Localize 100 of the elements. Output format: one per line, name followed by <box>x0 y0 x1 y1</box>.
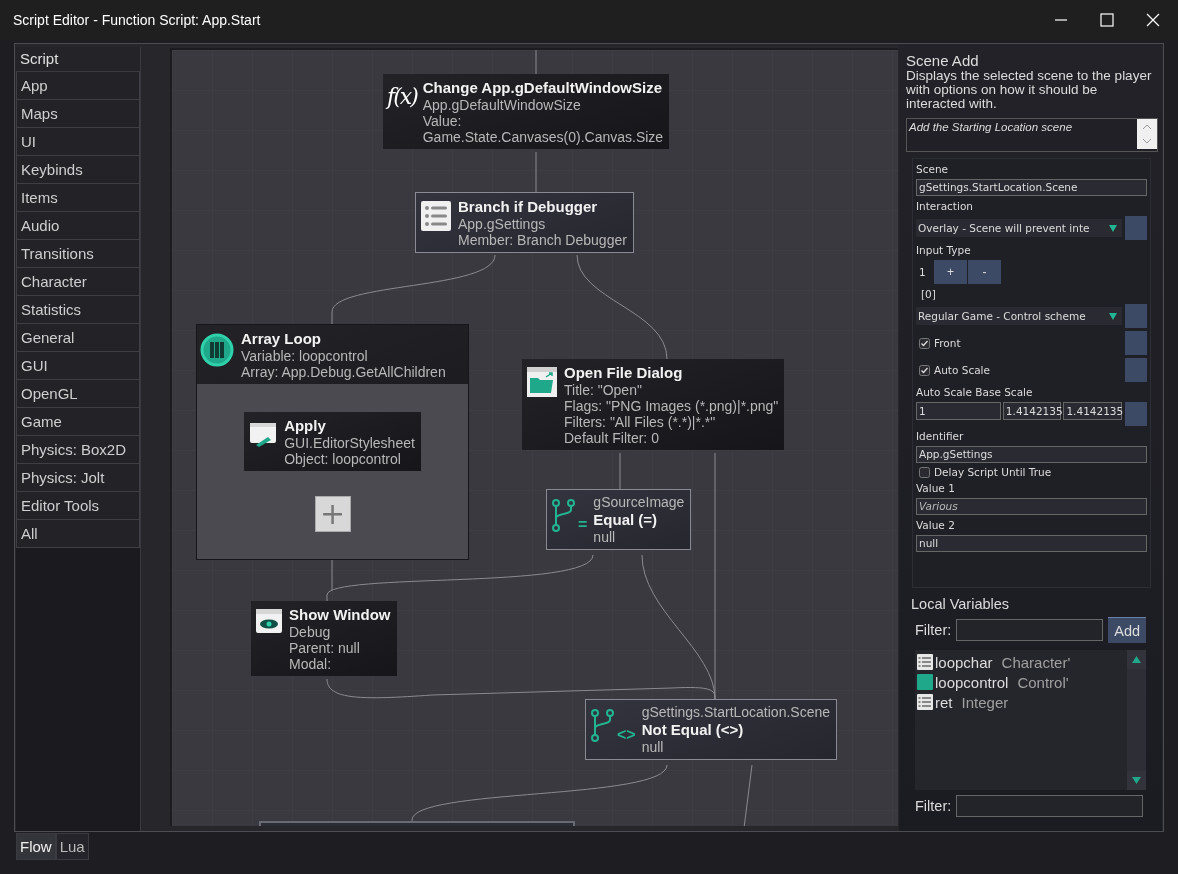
sidebar-item[interactable]: Physics: Box2D <box>16 436 140 464</box>
checkbox[interactable] <box>919 337 930 349</box>
property-label: Auto Scale Base Scale <box>916 385 1034 399</box>
node-subject: gSettings.StartLocation.Scene <box>641 704 831 720</box>
flow-node[interactable]: f(x) Change App.gDefaultWindowSize App.gDefaultWindowSize Value: Game.State.Canvases(0).Canvas.Size <box>383 74 670 149</box>
sidebar-item[interactable]: Statistics <box>16 296 140 324</box>
checkbox[interactable] <box>919 364 930 376</box>
text-field[interactable]: App.gSettings <box>916 446 1147 463</box>
property-label: Input Type <box>916 243 972 257</box>
node-detail: Debug <box>289 624 332 640</box>
comment-field[interactable]: Add the Starting Location scene <box>906 118 1158 152</box>
folder-icon <box>526 366 558 398</box>
node-detail: Parent: null <box>289 640 361 656</box>
editor-tab[interactable]: Flow <box>16 833 56 860</box>
flow-node[interactable]: Open File Dialog Title: "Open" Flags: "PNG Images (*.png)|*.png" Filters: "All Files (*.*)|*.*" Default Filter: 0 <box>522 359 785 450</box>
checkbox-label: Auto Scale <box>934 364 990 376</box>
minus-button[interactable]: - <box>968 260 1002 284</box>
sidebar-item[interactable]: Keybinds <box>16 156 140 184</box>
sidebar-item[interactable]: Maps <box>16 100 140 128</box>
node-title: Not Equal (<>) <box>641 720 745 739</box>
node-subject: gSourceImage <box>593 494 685 510</box>
variable-item[interactable]: loopchar Character' <box>917 652 1125 672</box>
sidebar-item[interactable]: Game <box>16 408 140 436</box>
node-detail: App.gDefaultWindowSize <box>422 97 582 113</box>
dropdown[interactable]: Overlay - Scene will prevent inte <box>916 219 1122 237</box>
number-field[interactable]: 1.4142135 <box>1002 402 1062 420</box>
node-title: Show Window <box>289 605 391 624</box>
flow-node[interactable]: Branch if Debugger App.gSettings Member: Branch Debugger <box>415 192 634 253</box>
property-label: Interaction <box>916 199 974 213</box>
property-label: Scene <box>916 162 949 176</box>
node-detail: Game.State.Canvases(0).Canvas.Size <box>422 129 664 145</box>
list-icon <box>917 654 933 670</box>
text-field[interactable]: Various <box>916 498 1147 515</box>
property-label: Identifier <box>916 429 965 443</box>
action-title: Scene Add <box>906 52 980 69</box>
sidebar-item[interactable]: UI <box>16 128 140 156</box>
sidebar-item[interactable]: Character <box>16 268 140 296</box>
dropdown[interactable]: Regular Game - Control scheme <box>916 307 1122 325</box>
node-detail: Title: "Open" <box>564 382 643 398</box>
node-detail: Array: App.Debug.GetAllChildren <box>241 364 446 380</box>
variable-item[interactable]: loopcontrol Control' <box>917 672 1125 692</box>
plus-button[interactable]: + <box>934 260 968 284</box>
node-detail: App.gSettings <box>458 216 547 232</box>
maximize-icon[interactable] <box>1100 13 1114 27</box>
node-detail: Filters: "All Files (*.*)|*.*" <box>564 414 717 430</box>
index-label: [0] <box>920 287 937 301</box>
close-icon[interactable] <box>1146 13 1160 27</box>
text-field[interactable]: gSettings.StartLocation.Scene <box>916 179 1147 196</box>
dropdown-arrow-icon <box>1106 310 1120 322</box>
node-detail: Member: Branch Debugger <box>458 232 627 248</box>
connector-line <box>535 151 537 193</box>
add-button[interactable]: Add <box>1108 617 1147 643</box>
number-field[interactable]: 1 <box>916 402 1001 420</box>
dropdown-arrow-icon <box>1106 222 1120 234</box>
node-title: Array Loop <box>241 329 322 348</box>
node-title: Apply <box>284 416 327 435</box>
square-icon <box>917 674 933 690</box>
branch-icon <box>590 708 616 742</box>
text-field[interactable]: null <box>916 535 1147 552</box>
editor-tab[interactable]: Lua <box>55 833 89 860</box>
filter-field[interactable] <box>956 619 1104 641</box>
sidebar-item[interactable]: GUI <box>16 352 140 380</box>
scroll-arrows-icon[interactable] <box>1137 119 1157 149</box>
node-detail: Modal: <box>289 656 333 672</box>
number-field[interactable]: 1.4142135 <box>1063 402 1122 420</box>
checkbox-label: Front <box>934 337 961 349</box>
filter-label: Filter: <box>915 622 952 638</box>
list-icon <box>420 200 452 232</box>
action-description: Displays the selected scene to the player with options on how it should be interacted with. <box>906 69 1153 111</box>
sidebar-header: Script <box>16 47 140 72</box>
operator-symbol: = <box>578 518 588 532</box>
checkbox[interactable] <box>919 466 930 478</box>
sidebar-item[interactable]: OpenGL <box>16 380 140 408</box>
node-detail: GUI.EditorStylesheet <box>284 435 415 451</box>
sidebar-item[interactable]: General <box>16 324 140 352</box>
filter-label: Filter: <box>915 798 952 814</box>
sidebar-item[interactable]: Items <box>16 184 140 212</box>
sidebar-item[interactable]: App <box>16 72 140 100</box>
sidebar-item[interactable]: Transitions <box>16 240 140 268</box>
count-value: 1 <box>918 266 927 278</box>
loop-icon <box>199 332 235 368</box>
flow-node[interactable]: Show Window Debug Parent: null Modal: <box>251 601 397 676</box>
filter-field[interactable] <box>956 795 1144 817</box>
variable-item[interactable]: ret Integer <box>917 692 1125 712</box>
function-glyph: f(x) <box>387 84 417 109</box>
property-label: Value 2 <box>916 518 956 532</box>
sidebar-item[interactable]: Audio <box>16 212 140 240</box>
node-title: Change App.gDefaultWindowSize <box>422 78 664 97</box>
connector-line <box>619 452 621 490</box>
node-title: Branch if Debugger <box>458 197 599 216</box>
sidebar-item[interactable]: All <box>16 520 140 548</box>
node-detail: Value: <box>422 113 463 129</box>
flow-node[interactable]: Array Loop Variable: loopcontrol Array: App.Debug.GetAllChildren Apply GUI.EditorStylesheet Object: loopcontrol + <box>196 324 469 560</box>
operator-symbol: <> <box>617 728 636 742</box>
sidebar-item[interactable]: Editor Tools <box>16 492 140 520</box>
checkbox-label: Delay Script Until True <box>934 466 1052 478</box>
flow-node[interactable]: Apply GUI.EditorStylesheet Object: loopcontrol <box>244 412 421 471</box>
sidebar-item[interactable]: Physics: Jolt <box>16 464 140 492</box>
connector-line <box>535 50 537 75</box>
node-detail: Object: loopcontrol <box>284 451 402 467</box>
